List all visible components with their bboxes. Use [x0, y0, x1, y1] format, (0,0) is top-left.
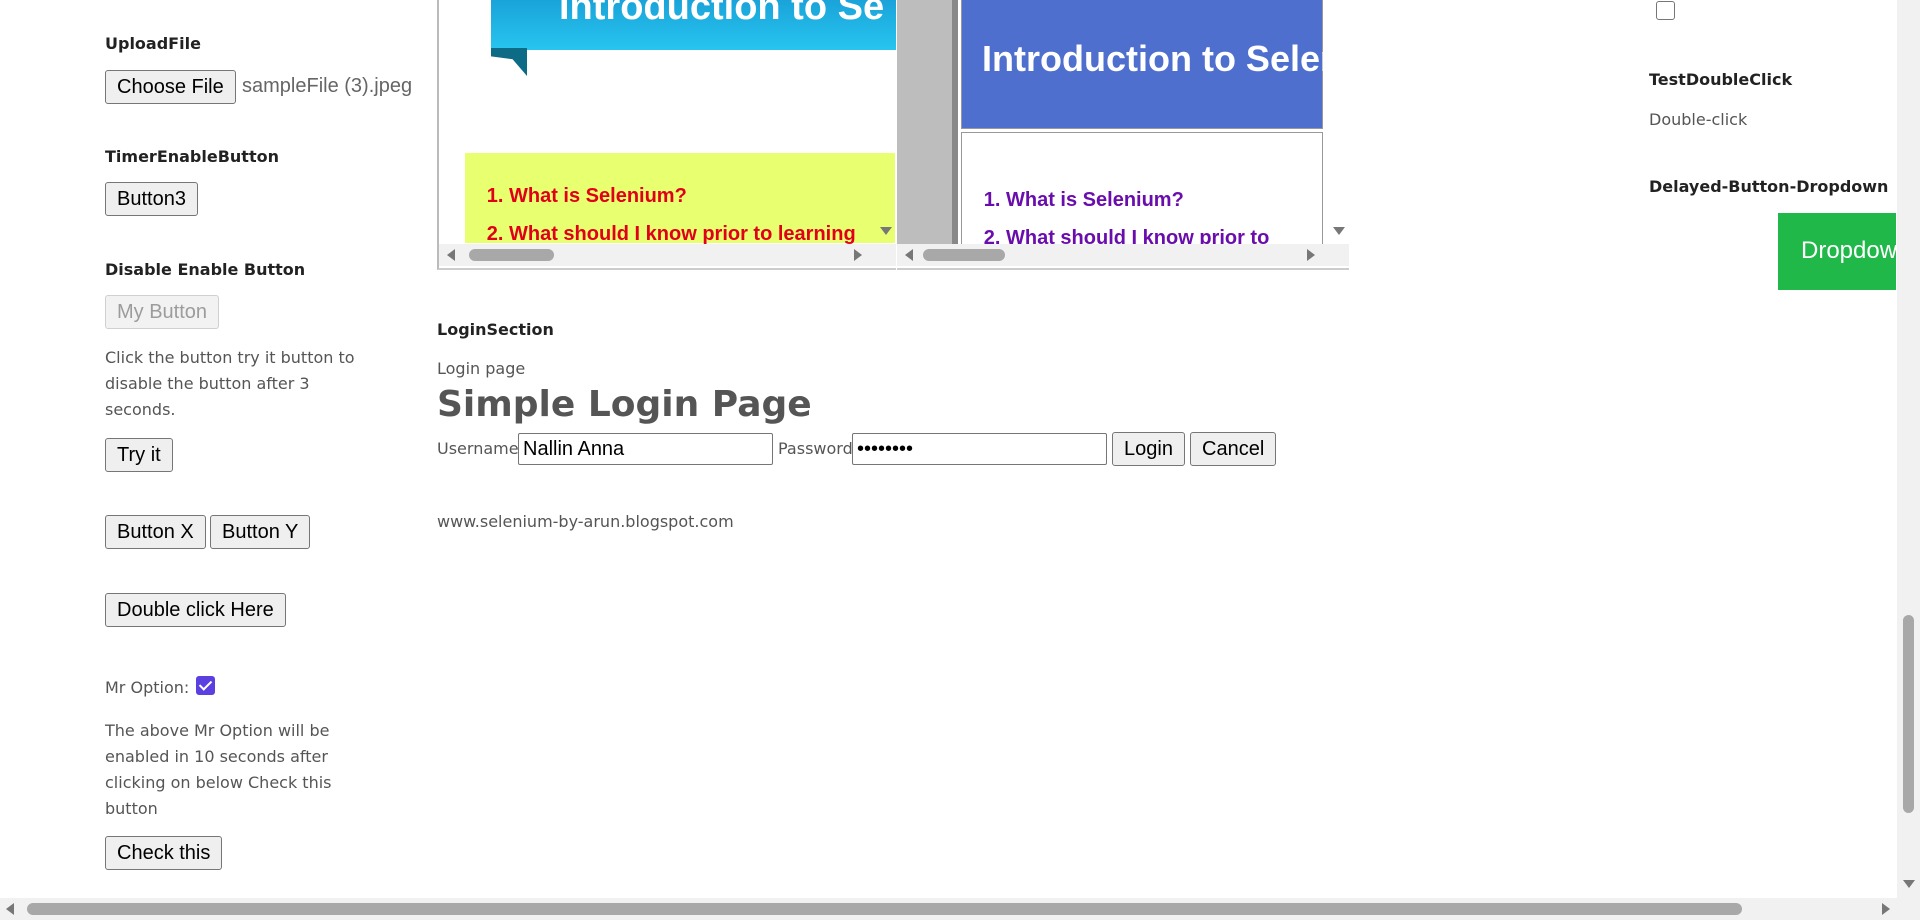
choose-file-button[interactable]: Choose File — [105, 70, 236, 104]
right-banner-text: Introduction to Selen — [982, 38, 1342, 79]
button3[interactable]: Button3 — [105, 182, 198, 216]
username-label: Username — [437, 439, 519, 458]
password-input[interactable]: •••••••• — [852, 433, 1107, 465]
right-scroll-left-icon[interactable] — [905, 249, 913, 261]
double-click-button[interactable]: Double click Here — [105, 593, 286, 627]
login-subtitle: Login page — [437, 359, 526, 378]
page-vscroll[interactable] — [1897, 0, 1920, 898]
upload-heading: UploadFile — [105, 34, 201, 53]
right-frame-divider — [952, 0, 958, 244]
dropdown-heading: Delayed-Button-Dropdown — [1649, 177, 1889, 196]
dropdown-button[interactable]: Dropdow — [1778, 213, 1896, 290]
my-button[interactable]: My Button — [105, 295, 220, 329]
double-click-heading: TestDoubleClick — [1649, 70, 1793, 89]
check-this-button[interactable]: Check this — [105, 836, 223, 870]
timer-heading: TimerEnableButton — [105, 147, 279, 166]
username-input[interactable]: Nallin Anna — [518, 433, 773, 465]
right-frame-gutter — [897, 0, 952, 244]
password-label: Password — [778, 439, 853, 458]
selected-file-name: sampleFile (3).jpeg — [242, 75, 413, 97]
top-right-checkbox[interactable] — [1656, 1, 1675, 20]
page-hscroll[interactable] — [0, 898, 1920, 920]
disable-enable-heading: Disable Enable Button — [105, 260, 306, 279]
right-frame-vscroll-down[interactable] — [1327, 218, 1349, 240]
dropdown-label: Dropdow — [1801, 237, 1896, 264]
site-link[interactable]: www.selenium-by-arun.blogspot.com — [437, 509, 734, 535]
left-scroll-right-icon[interactable] — [854, 249, 862, 261]
mr-option-label: Mr Option: — [105, 678, 190, 697]
disable-description: Click the button try it button to disabl… — [105, 348, 355, 419]
button-y[interactable]: Button Y — [210, 515, 311, 549]
left-frame-banner: Introduction to Se — [491, 0, 896, 50]
right-toc-item[interactable]: What is Selenium? — [1006, 181, 1322, 219]
right-scroll-right-icon[interactable] — [1307, 249, 1315, 261]
mr-option-checkbox[interactable] — [196, 676, 215, 695]
left-toc-item[interactable]: What is Selenium? — [509, 177, 895, 215]
left-banner-text: Introduction to Se — [559, 0, 885, 28]
left-toc-list: What is Selenium? What should I know pri… — [465, 153, 895, 253]
left-frame-scroll-thumb[interactable] — [469, 249, 554, 261]
right-frame-scroll-thumb[interactable] — [923, 249, 1005, 261]
left-toc-box: What is Selenium? What should I know pri… — [465, 153, 895, 245]
mr-option-description: The above Mr Option will be enabled in 1… — [105, 721, 332, 818]
login-button[interactable]: Login — [1112, 432, 1185, 466]
page-scroll-right-icon[interactable] — [1882, 903, 1890, 915]
page-hscroll-thumb[interactable] — [27, 903, 1742, 915]
left-frame[interactable]: Introduction to Se What is Selenium? Wha… — [437, 0, 896, 270]
page-vscroll-thumb[interactable] — [1903, 615, 1914, 813]
login-section-heading: LoginSection — [437, 320, 554, 339]
right-frame[interactable]: Introduction to Selen What is Selenium? … — [897, 0, 1349, 270]
page-scroll-left-icon[interactable] — [6, 903, 14, 915]
right-toc-box: What is Selenium? What should I know pri… — [961, 132, 1323, 249]
page-scroll-down-icon[interactable] — [1903, 880, 1915, 888]
button-x[interactable]: Button X — [105, 515, 206, 549]
right-frame-banner: Introduction to Selen — [961, 0, 1342, 129]
login-title: Simple Login Page — [437, 384, 812, 425]
left-frame-vscroll-down[interactable] — [874, 218, 896, 240]
right-toc-list: What is Selenium? What should I know pri… — [962, 133, 1322, 257]
right-frame-hscroll[interactable] — [897, 244, 1349, 266]
double-click-text[interactable]: Double-click — [1649, 107, 1747, 133]
cancel-button[interactable]: Cancel — [1190, 432, 1277, 466]
left-scroll-left-icon[interactable] — [447, 249, 455, 261]
try-it-button[interactable]: Try it — [105, 438, 173, 472]
left-frame-hscroll[interactable] — [439, 244, 896, 266]
left-banner-ribbon — [491, 48, 527, 76]
